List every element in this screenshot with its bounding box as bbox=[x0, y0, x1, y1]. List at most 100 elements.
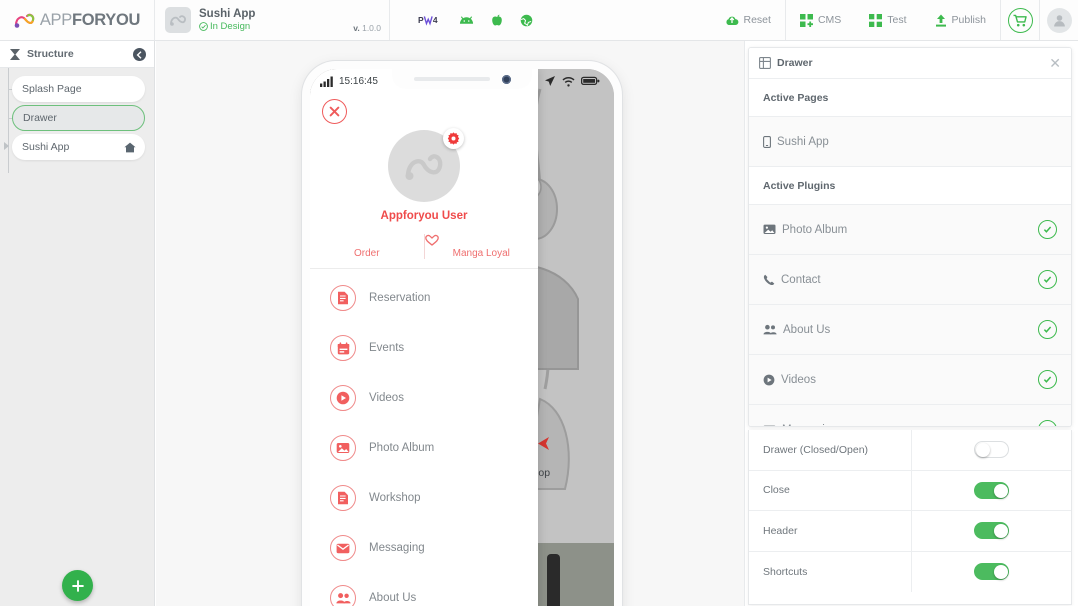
check-circle-icon[interactable] bbox=[1038, 270, 1057, 289]
apple-icon[interactable] bbox=[491, 13, 503, 27]
chevron-left-icon[interactable] bbox=[133, 48, 146, 61]
drawer-shortcut-label: Order bbox=[353, 248, 380, 259]
close-toggle[interactable] bbox=[974, 481, 1009, 499]
drawer-close-button[interactable] bbox=[322, 99, 347, 124]
table-row: Drawer (Closed/Open) bbox=[749, 430, 1071, 471]
add-page-button[interactable] bbox=[62, 570, 93, 601]
drawer-menu-label: Reservation bbox=[369, 292, 431, 304]
header-toggle[interactable] bbox=[974, 522, 1009, 540]
close-icon[interactable]: ✕ bbox=[1049, 56, 1061, 70]
publish-upload-icon bbox=[935, 14, 947, 27]
background-status-bar bbox=[544, 75, 600, 87]
tree-node[interactable]: Splash Page bbox=[12, 76, 145, 102]
drawer-menu-item[interactable]: Reservation bbox=[310, 273, 538, 323]
app-info[interactable]: Sushi App In Design v. 1.0.0 bbox=[155, 0, 390, 40]
drawer-menu-item[interactable]: Events bbox=[310, 323, 538, 373]
check-circle-icon[interactable] bbox=[1038, 420, 1057, 426]
home-icon bbox=[124, 142, 136, 153]
brand-logo-area[interactable]: APPFORYOU bbox=[0, 0, 155, 40]
sidebar-item-label: Splash Page bbox=[22, 83, 82, 95]
cms-button[interactable]: CMS bbox=[786, 0, 855, 40]
user-avatar-icon[interactable] bbox=[1046, 7, 1072, 33]
plugin-label: Contact bbox=[781, 273, 821, 286]
status-badge: In Design bbox=[199, 21, 255, 32]
drawer-menu-item[interactable]: Photo Album bbox=[310, 423, 538, 473]
version-number: 1.0.0 bbox=[362, 23, 381, 33]
brand-text-bold: FORYOU bbox=[71, 10, 141, 29]
drawer-menu-label: Workshop bbox=[369, 492, 421, 504]
drawer-menu-item[interactable]: Messaging bbox=[310, 523, 538, 573]
test-button[interactable]: Test bbox=[855, 0, 920, 40]
topbar-actions: Reset CMS Test Publish bbox=[711, 0, 1078, 40]
sidebar-item-label: Drawer bbox=[23, 112, 57, 124]
drawer-shortcut-manga-loyal[interactable]: Manga Loyal bbox=[423, 234, 539, 259]
plugin-label: Photo Album bbox=[782, 223, 848, 236]
top-bar: APPFORYOU Sushi App In Design v. 1.0.0 P… bbox=[0, 0, 1078, 41]
tree-node-selected[interactable]: Drawer bbox=[12, 105, 145, 131]
wifi-icon bbox=[562, 76, 575, 87]
shortcuts-toggle[interactable] bbox=[974, 563, 1009, 581]
sidebar-item-label: Sushi App bbox=[22, 141, 70, 153]
web-icon[interactable] bbox=[520, 14, 533, 27]
drawer-avatar-wrap bbox=[388, 128, 464, 202]
reset-button[interactable]: Reset bbox=[711, 0, 785, 40]
tree-node[interactable]: Sushi App bbox=[12, 134, 145, 160]
drawer-menu-item[interactable]: About Us bbox=[310, 573, 538, 606]
gear-icon[interactable] bbox=[443, 128, 464, 149]
plugin-item-contact[interactable]: Contact bbox=[749, 255, 1071, 305]
document-icon bbox=[330, 285, 356, 311]
check-circle-icon[interactable] bbox=[1038, 220, 1057, 239]
publish-button[interactable]: Publish bbox=[921, 0, 1000, 40]
sidebar-header: Structure bbox=[0, 41, 154, 68]
drawer-shortcut-order[interactable]: Order bbox=[310, 234, 424, 259]
drawer-menu-item[interactable]: Workshop bbox=[310, 473, 538, 523]
plugin-item-photo-album[interactable]: Photo Album bbox=[749, 205, 1071, 255]
svg-text:4: 4 bbox=[433, 15, 438, 25]
calendar-icon bbox=[330, 335, 356, 361]
cms-grid-icon bbox=[799, 13, 813, 27]
sidebar-item-splash-page[interactable]: Splash Page bbox=[0, 75, 154, 104]
android-icon[interactable] bbox=[459, 15, 474, 25]
phone-mockup: 漫画 Works bbox=[302, 61, 622, 606]
reset-label: Reset bbox=[743, 14, 771, 26]
play-circle-icon bbox=[330, 385, 356, 411]
drawer-menu-label: Events bbox=[369, 342, 405, 354]
heart-icon bbox=[424, 234, 539, 246]
table-row: Close bbox=[749, 470, 1071, 511]
phone-notch bbox=[392, 69, 532, 89]
pwa-icon[interactable]: P 4 bbox=[418, 14, 442, 26]
page-tree: Splash Page Drawer Sushi App bbox=[0, 68, 154, 173]
plugin-item-about-us[interactable]: About Us bbox=[749, 305, 1071, 355]
active-page-item-sushi-app[interactable]: Sushi App bbox=[749, 117, 1071, 167]
check-circle-icon[interactable] bbox=[1038, 320, 1057, 339]
app-thumbnail-icon bbox=[165, 7, 191, 33]
section-heading-active-plugins: Active Plugins bbox=[749, 167, 1071, 205]
drawer-shortcut-label: Manga Loyal bbox=[452, 248, 510, 259]
app-status-label: In Design bbox=[210, 21, 251, 32]
expand-caret-icon[interactable] bbox=[4, 142, 9, 150]
drawer-options-table: Drawer (Closed/Open) Close Header Shortc… bbox=[748, 430, 1072, 605]
sidebar-item-drawer[interactable]: Drawer bbox=[0, 104, 154, 133]
play-circle-icon bbox=[763, 374, 775, 386]
drawer-menu-label: About Us bbox=[369, 592, 417, 604]
reset-cloud-icon bbox=[725, 15, 739, 26]
check-circle-icon bbox=[199, 22, 208, 31]
check-circle-icon[interactable] bbox=[1038, 370, 1057, 389]
drawer-state-toggle[interactable] bbox=[974, 441, 1009, 459]
structure-icon bbox=[9, 48, 21, 61]
section-heading-label: Active Pages bbox=[763, 91, 829, 104]
sidebar-item-sushi-app[interactable]: Sushi App bbox=[0, 133, 154, 162]
plugin-item-videos[interactable]: Videos bbox=[749, 355, 1071, 405]
drawer-menu-item[interactable]: Videos bbox=[310, 373, 538, 423]
people-icon bbox=[330, 585, 356, 606]
speaker-grille bbox=[413, 77, 490, 81]
plugin-item-messaging[interactable]: Messaging bbox=[749, 405, 1071, 426]
plugin-label: About Us bbox=[783, 323, 831, 336]
option-control bbox=[912, 511, 1071, 551]
app-version: v. 1.0.0 bbox=[353, 23, 381, 33]
front-camera bbox=[501, 74, 511, 84]
phone-icon bbox=[763, 274, 775, 286]
option-label: Drawer (Closed/Open) bbox=[749, 430, 912, 470]
shopping-cart-icon[interactable] bbox=[1007, 7, 1033, 33]
app-root: APPFORYOU Sushi App In Design v. 1.0.0 P… bbox=[0, 0, 1078, 606]
